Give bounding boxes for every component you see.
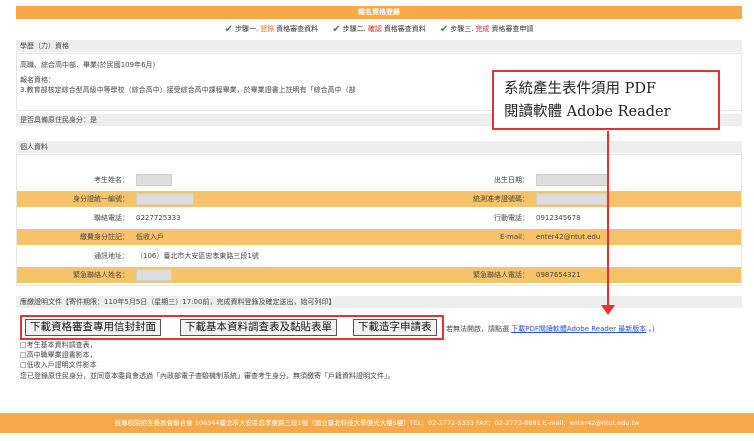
qualification-line-2: 報名資格： bbox=[20, 76, 55, 84]
field-value bbox=[132, 191, 357, 207]
field-label: 考生姓名： bbox=[94, 176, 129, 184]
field-label: 出生日期： bbox=[494, 176, 529, 184]
download-survey-button[interactable]: 下載基本資料調查表及黏貼表單 bbox=[180, 319, 337, 336]
doc-item: □考生基本資料調查表， bbox=[20, 341, 97, 349]
personal-row: 身分證統一編號： 統測准考證號碼： bbox=[17, 191, 741, 207]
personal-row: 通訊地址： （106）臺北市大安區忠孝東路三段1號 bbox=[17, 248, 741, 264]
emergency-phone-value: 0987654321 bbox=[536, 271, 581, 279]
field-value bbox=[132, 267, 357, 283]
personal-row: 緊急聯絡人姓名： 緊急聯絡人電話： 0987654321 bbox=[17, 267, 741, 283]
field-value bbox=[532, 172, 732, 188]
mobile-value: 0912345678 bbox=[536, 214, 581, 222]
step-3-highlight: 完成 bbox=[475, 25, 490, 33]
download-character-request-button[interactable]: 下載造字申請表 bbox=[353, 319, 437, 336]
callout-line-1: 系統產生表件須用 PDF bbox=[504, 81, 657, 97]
step-1: ✔ 步驟一. 登錄 資格審查資料 bbox=[225, 24, 319, 35]
doc-item: □低收入戶證明文件影本 bbox=[20, 361, 97, 369]
page-title: 報名資格登錄 bbox=[16, 6, 742, 19]
redacted-value bbox=[136, 174, 172, 186]
email-value: enter42@ntut.edu bbox=[536, 233, 601, 241]
annotation-arrow-line bbox=[607, 131, 609, 307]
check-icon: ✔ bbox=[332, 23, 341, 35]
redacted-value bbox=[136, 269, 172, 281]
step-2-suffix: 資格審查資料 bbox=[383, 25, 426, 33]
field-value bbox=[132, 172, 357, 188]
field-label: 統測准考證號碼： bbox=[473, 195, 529, 203]
adobe-reader-link[interactable]: 下載PDF閱讀軟體Adobe Reader 最新版本 bbox=[511, 325, 646, 333]
field-label: 聯絡電話： bbox=[94, 214, 129, 222]
redacted-value bbox=[136, 193, 194, 205]
personal-header: 個人資料 bbox=[16, 141, 742, 153]
doc-item: □高中職畢業證書影本， bbox=[20, 351, 97, 359]
field-label: E-mail： bbox=[500, 233, 529, 241]
field-label: 通訊地址： bbox=[94, 252, 129, 260]
step-1-suffix: 資格審查資料 bbox=[276, 25, 319, 33]
redacted-value bbox=[536, 174, 608, 186]
step-3-suffix: 資格審查申請 bbox=[491, 25, 534, 33]
arrow-down-icon bbox=[601, 305, 615, 315]
step-indicator: ✔ 步驟一. 登錄 資格審查資料 ✔ 步驟二. 確認 資格審查資料 ✔ 步驟三.… bbox=[16, 21, 742, 37]
step-1-highlight: 登錄 bbox=[260, 25, 275, 33]
annotation-callout: 系統產生表件須用 PDF 閱讀軟體 Adobe Reader bbox=[492, 70, 720, 130]
address-value: （106）臺北市大安區忠孝東路三段1號 bbox=[136, 252, 259, 260]
check-icon: ✔ bbox=[224, 23, 233, 35]
step-2: ✔ 步驟二. 確認 資格審查資料 bbox=[332, 24, 426, 35]
adobe-notice: 若無法開啟，請點選 下載PDF閱讀軟體Adobe Reader 最新版本 。） bbox=[446, 324, 659, 334]
documents-header: 應繳證明文件【寄件期限：110年5月5日（星期三）17:00前，完成資料登錄及確… bbox=[16, 296, 742, 308]
indigenous-note: 您已登錄原住民身分，並同意本委員會透過「內政部電子查驗機制系統」審查考生身分，無… bbox=[20, 372, 395, 380]
field-label: 身分證統一編號： bbox=[73, 195, 129, 203]
step-3: ✔ 步驟三. 完成 資格審查申請 bbox=[440, 24, 534, 35]
callout-line-2: 閱讀軟體 Adobe Reader bbox=[504, 104, 671, 120]
qualification-header: 學歷（力）資格 bbox=[16, 40, 742, 52]
redacted-value bbox=[536, 193, 608, 205]
field-value bbox=[532, 191, 732, 207]
step-1-prefix: 步驟一. bbox=[234, 25, 259, 33]
step-2-prefix: 步驟二. bbox=[342, 25, 366, 33]
notice-prefix: 若無法開啟，請點選 bbox=[446, 325, 509, 333]
download-envelope-button[interactable]: 下載資格審查專用信封封面 bbox=[25, 319, 161, 336]
qualification-line-1: 高職、綜合高中部．畢業(於民國109年6月) bbox=[20, 61, 156, 69]
field-label: 繳費身分註記： bbox=[80, 233, 129, 241]
field-label: 緊急聯絡人姓名： bbox=[73, 271, 129, 279]
qualification-line-3: 3.教育部核定綜合型高級中等學校（綜合高中）接受綜合高中課程畢業，於畢業證書上註… bbox=[20, 86, 356, 94]
personal-row: 繳費身分註記： 低收入戶 E-mail： enter42@ntut.edu bbox=[17, 229, 741, 245]
field-label: 緊急聯絡人電話： bbox=[473, 271, 529, 279]
step-3-prefix: 步驟三. bbox=[450, 25, 474, 33]
personal-row: 考生姓名： 出生日期： bbox=[17, 172, 741, 188]
notice-suffix: 。） bbox=[648, 325, 659, 333]
personal-row: 聯絡電話： 0227725333 行動電話： 0912345678 bbox=[17, 210, 741, 226]
check-icon: ✔ bbox=[439, 23, 449, 35]
phone-value: 0227725333 bbox=[136, 214, 181, 222]
step-2-highlight: 確認 bbox=[367, 25, 382, 33]
field-label: 行動電話： bbox=[494, 214, 529, 222]
footer: 技專校院招生委員會聯合會 106344臺北市大安區忠孝東路三段1號（國立臺北科技… bbox=[0, 413, 754, 433]
fee-status-value: 低收入戶 bbox=[136, 233, 164, 241]
